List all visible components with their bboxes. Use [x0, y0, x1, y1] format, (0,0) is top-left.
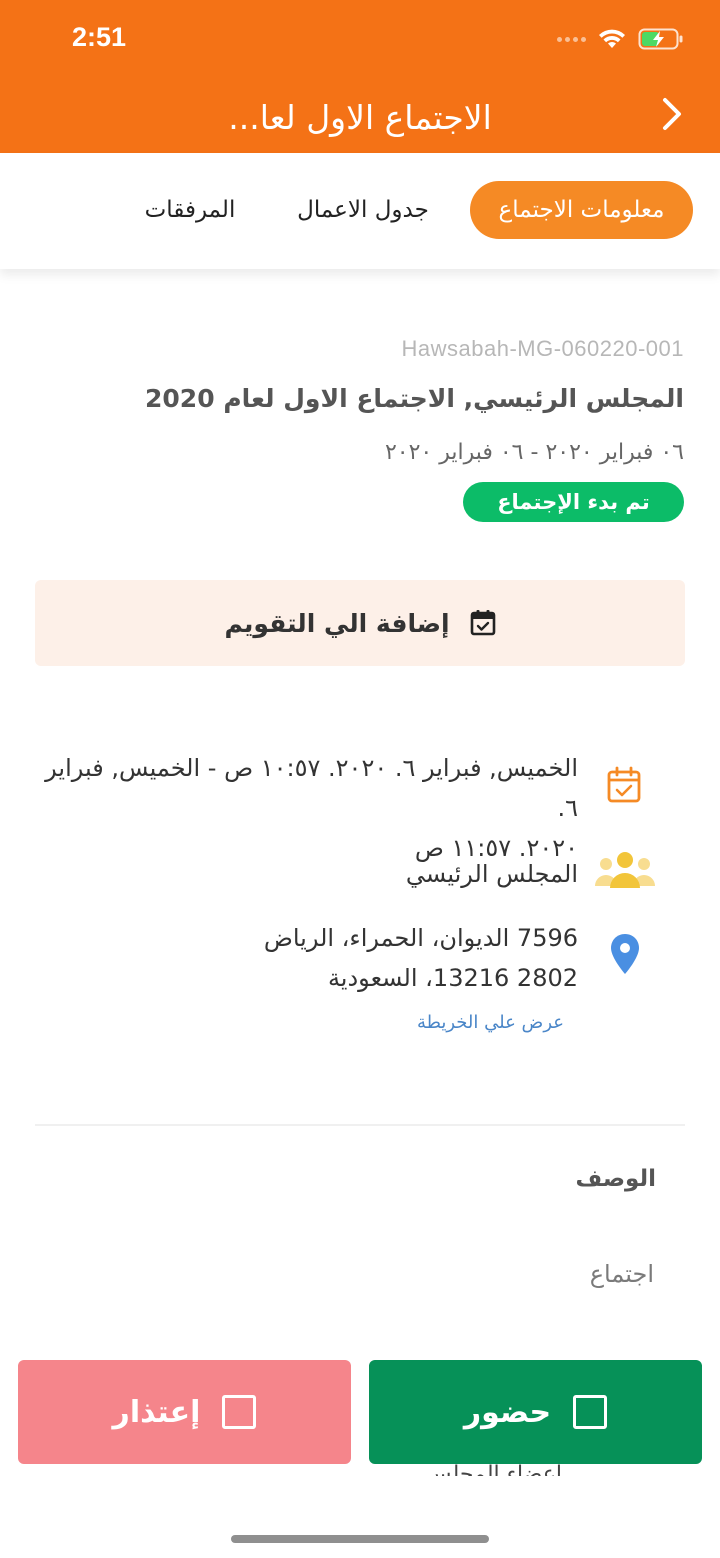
home-indicator[interactable] [231, 1535, 489, 1543]
status-bar-time: 2:51 [72, 22, 127, 52]
back-button[interactable] [652, 92, 692, 136]
calendar-icon [607, 766, 641, 803]
apology-label: إعتذار [112, 1394, 201, 1430]
members-section-title: اعضاء المجلس [424, 1462, 562, 1476]
apology-button[interactable]: إعتذار [18, 1360, 351, 1464]
description-title: الوصف [575, 1166, 656, 1192]
calendar-check-icon [470, 610, 495, 636]
meeting-code: Hawsabah-MG-060220-001 [401, 336, 684, 361]
section-divider [35, 1124, 685, 1126]
app-header: 2:51 الاجتماع الاول لعا... [0, 0, 720, 153]
tab-agenda[interactable]: جدول الاعمال [280, 181, 446, 239]
add-to-calendar-label: إضافة الي التقويم [224, 608, 450, 638]
description-text: اجتماع [589, 1260, 654, 1288]
meeting-datetime: الخميس, فبراير ٦. ٢٠٢٠. ١٠:٥٧ ص - الخميس… [18, 748, 578, 868]
meeting-title: المجلس الرئيسي, الاجتماع الاول لعام 2020 [145, 384, 684, 413]
meeting-date-range: ٠٦ فبراير ٢٠٢٠ - ٠٦ فبراير ٢٠٢٠ [384, 440, 684, 465]
cellular-signal-icon [557, 36, 586, 42]
meeting-datetime-line1: الخميس, فبراير ٦. ٢٠٢٠. ١٠:٥٧ ص - الخميس… [45, 754, 578, 822]
meeting-address: 7596 الديوان، الحمراء، الرياض 2802 13216… [158, 918, 578, 998]
attend-label: حضور [463, 1394, 552, 1430]
tab-attachments[interactable]: المرفقات [130, 181, 250, 239]
add-to-calendar-button[interactable]: إضافة الي التقويم [35, 580, 685, 666]
view-on-map-link[interactable]: عرض علي الخريطة [417, 1012, 564, 1033]
attend-button[interactable]: حضور [369, 1360, 702, 1464]
tab-bar: معلومات الاجتماع جدول الاعمال المرفقات [0, 153, 720, 269]
status-bar-icons [557, 24, 684, 54]
tab-meeting-info[interactable]: معلومات الاجتماع [470, 181, 693, 239]
location-pin-icon [611, 934, 639, 974]
chevron-right-icon [663, 98, 681, 130]
attend-checkbox-icon [573, 1395, 608, 1429]
committee-name: المجلس الرئيسي [405, 860, 578, 888]
apology-checkbox-icon [222, 1395, 257, 1429]
header-title: الاجتماع الاول لعا... [228, 98, 492, 137]
status-badge: تم بدء الإجتماع [463, 482, 684, 522]
wifi-icon [599, 29, 625, 48]
battery-charging-icon [638, 28, 683, 50]
group-users-icon [595, 852, 655, 888]
address-line1: 7596 الديوان، الحمراء، الرياض [263, 924, 578, 952]
address-line2: 2802 13216، السعودية [327, 964, 578, 992]
